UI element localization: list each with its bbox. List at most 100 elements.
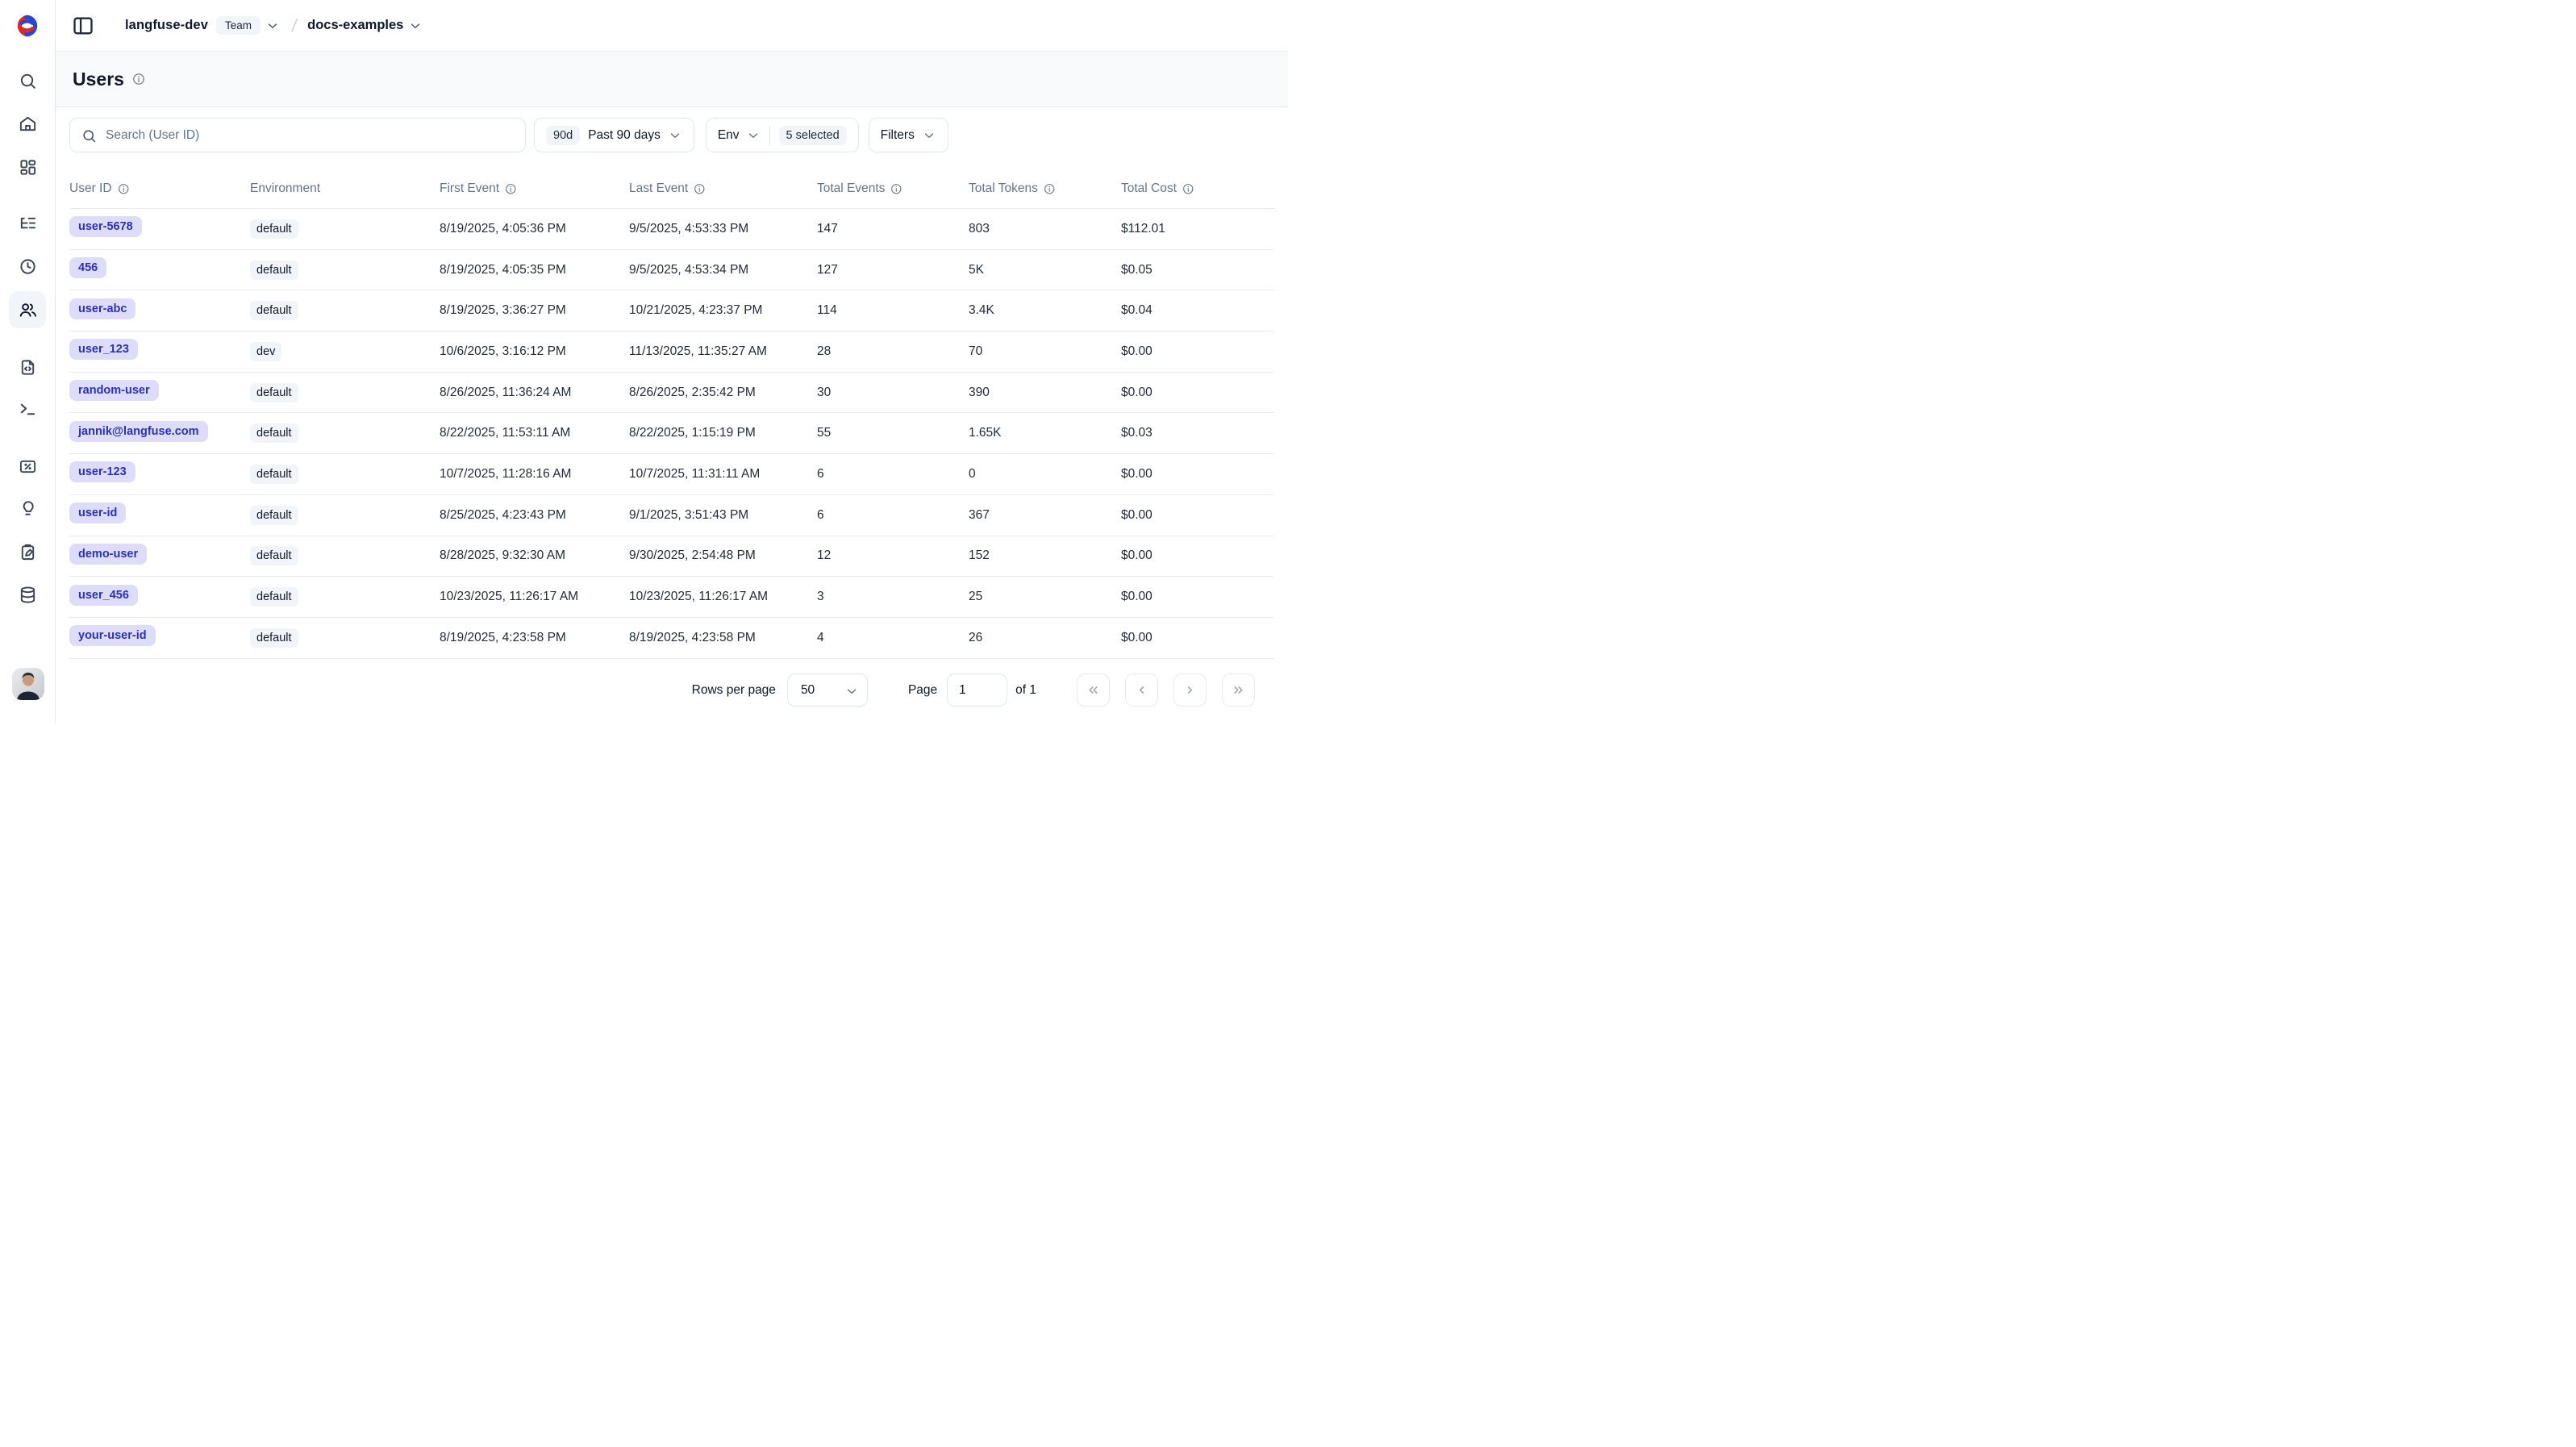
top-bar: langfuse-dev Team / docs-examples xyxy=(56,0,1288,52)
total-cost-cell: $0.03 xyxy=(1121,426,1274,440)
last-event-cell: 11/13/2025, 11:35:27 AM xyxy=(629,344,817,359)
file-code-icon xyxy=(19,358,37,377)
user-id-badge[interactable]: user-123 xyxy=(69,461,135,482)
sidebar-item-annotation[interactable] xyxy=(9,533,46,570)
user-id-cell: your-user-id xyxy=(69,625,250,650)
page-number-input[interactable] xyxy=(947,673,1007,707)
user-id-badge[interactable]: user-5678 xyxy=(69,216,142,237)
first-event-cell: 10/6/2025, 3:16:12 PM xyxy=(440,344,629,359)
sidebar-item-home[interactable] xyxy=(9,105,46,142)
total-events-cell: 28 xyxy=(817,344,969,359)
sidebar-item-prompts[interactable] xyxy=(9,348,46,386)
table-row[interactable]: your-user-id default 8/19/2025, 4:23:58 … xyxy=(69,618,1274,659)
langfuse-logo-icon[interactable] xyxy=(14,12,41,40)
user-id-cell: user_456 xyxy=(69,585,250,610)
info-icon[interactable] xyxy=(694,183,706,195)
table-row[interactable]: demo-user default 8/28/2025, 9:32:30 AM … xyxy=(69,536,1274,578)
last-event-cell: 8/19/2025, 4:23:58 PM xyxy=(629,631,817,645)
sidebar-toggle-icon[interactable] xyxy=(72,15,94,37)
user-id-badge[interactable]: user_456 xyxy=(69,585,138,606)
last-event-cell: 8/22/2025, 1:15:19 PM xyxy=(629,426,817,440)
column-header-first-event[interactable]: First Event xyxy=(440,181,629,196)
first-event-cell: 8/25/2025, 4:23:43 PM xyxy=(440,508,629,523)
total-events-cell: 6 xyxy=(817,508,969,523)
user-id-badge[interactable]: user_123 xyxy=(69,339,138,360)
previous-page-button[interactable] xyxy=(1125,673,1158,707)
rows-per-page-select[interactable]: 50 xyxy=(787,673,868,707)
table-row[interactable]: jannik@langfuse.com default 8/22/2025, 1… xyxy=(69,413,1274,454)
filters-button[interactable]: Filters xyxy=(869,118,948,152)
sidebar-item-insights[interactable] xyxy=(9,490,46,528)
environment-badge: default xyxy=(250,219,298,239)
table-row[interactable]: 456 default 8/19/2025, 4:05:35 PM 9/5/20… xyxy=(69,250,1274,291)
last-event-cell: 10/7/2025, 11:31:11 AM xyxy=(629,467,817,482)
total-tokens-cell: 5K xyxy=(969,263,1121,277)
sidebar-item-tracing[interactable] xyxy=(9,205,46,242)
search-box xyxy=(69,118,526,152)
sidebar-item-playground[interactable] xyxy=(9,390,46,427)
sidebar-item-search[interactable] xyxy=(9,62,46,99)
first-page-button[interactable] xyxy=(1077,673,1110,707)
user-id-cell: user-123 xyxy=(69,461,250,486)
project-chevron-down-icon[interactable] xyxy=(408,19,423,33)
table-row[interactable]: user-5678 default 8/19/2025, 4:05:36 PM … xyxy=(69,209,1274,250)
user-id-badge[interactable]: user-abc xyxy=(69,298,135,319)
table-row[interactable]: user-123 default 10/7/2025, 11:28:16 AM … xyxy=(69,454,1274,495)
sidebar-item-users[interactable] xyxy=(9,291,46,328)
column-header-environment[interactable]: Environment xyxy=(250,181,440,196)
page-info-icon[interactable] xyxy=(132,73,145,85)
environment-cell: default xyxy=(250,506,440,525)
next-page-button[interactable] xyxy=(1173,673,1207,707)
date-range-button[interactable]: 90d Past 90 days xyxy=(534,118,694,152)
sidebar-item-scores[interactable] xyxy=(9,448,46,485)
info-icon[interactable] xyxy=(1044,183,1056,195)
column-header-last-event[interactable]: Last Event xyxy=(629,181,817,196)
column-header-total-tokens[interactable]: Total Tokens xyxy=(969,181,1121,196)
environment-filter-button[interactable]: Env 5 selected xyxy=(706,118,859,152)
user-id-badge[interactable]: your-user-id xyxy=(69,625,156,646)
first-event-cell: 8/19/2025, 4:23:58 PM xyxy=(440,631,629,645)
user-id-badge[interactable]: jannik@langfuse.com xyxy=(69,421,208,442)
pagination-controls xyxy=(1077,673,1255,707)
user-id-badge[interactable]: demo-user xyxy=(69,544,147,565)
chevron-down-icon xyxy=(922,128,936,143)
users-icon xyxy=(19,301,37,319)
table-row[interactable]: user_456 default 10/23/2025, 11:26:17 AM… xyxy=(69,577,1274,618)
table-footer: Rows per page 50 Page of 1 xyxy=(56,659,1288,722)
divider xyxy=(769,126,770,145)
total-events-cell: 147 xyxy=(817,222,969,236)
lightbulb-icon xyxy=(19,500,37,519)
environment-badge: default xyxy=(250,546,298,565)
sidebar-item-sessions[interactable] xyxy=(9,248,46,285)
user-id-cell: user-id xyxy=(69,502,250,528)
info-icon[interactable] xyxy=(118,183,130,195)
info-icon[interactable] xyxy=(890,183,902,195)
info-icon[interactable] xyxy=(1182,183,1194,195)
sidebar-item-dashboards[interactable] xyxy=(9,148,46,186)
environment-badge: default xyxy=(250,383,298,402)
table-row[interactable]: user-id default 8/25/2025, 4:23:43 PM 9/… xyxy=(69,495,1274,536)
user-id-badge[interactable]: random-user xyxy=(69,380,159,401)
table-row[interactable]: random-user default 8/26/2025, 11:36:24 … xyxy=(69,373,1274,414)
total-cost-cell: $0.00 xyxy=(1121,631,1274,645)
last-page-button[interactable] xyxy=(1222,673,1255,707)
info-icon[interactable] xyxy=(505,183,517,195)
sidebar-item-datasets[interactable] xyxy=(9,576,46,613)
table-row[interactable]: user-abc default 8/19/2025, 3:36:27 PM 1… xyxy=(69,290,1274,332)
column-header-total-events[interactable]: Total Events xyxy=(817,181,969,196)
org-name[interactable]: langfuse-dev xyxy=(125,18,208,33)
user-avatar[interactable] xyxy=(12,668,44,700)
user-id-badge[interactable]: 456 xyxy=(69,257,106,278)
project-name[interactable]: docs-examples xyxy=(307,18,403,33)
environment-cell: default xyxy=(250,219,440,239)
last-event-cell: 9/1/2025, 3:51:43 PM xyxy=(629,508,817,523)
column-header-total-cost[interactable]: Total Cost xyxy=(1121,181,1274,196)
total-tokens-cell: 390 xyxy=(969,386,1121,400)
search-input[interactable] xyxy=(70,119,525,152)
column-header-user-id[interactable]: User ID xyxy=(69,181,250,196)
first-event-cell: 8/19/2025, 4:05:36 PM xyxy=(440,222,629,236)
table-row[interactable]: user_123 dev 10/6/2025, 3:16:12 PM 11/13… xyxy=(69,332,1274,373)
user-id-badge[interactable]: user-id xyxy=(69,502,126,523)
first-event-cell: 8/22/2025, 11:53:11 AM xyxy=(440,426,629,440)
org-chevron-down-icon[interactable] xyxy=(265,19,280,33)
